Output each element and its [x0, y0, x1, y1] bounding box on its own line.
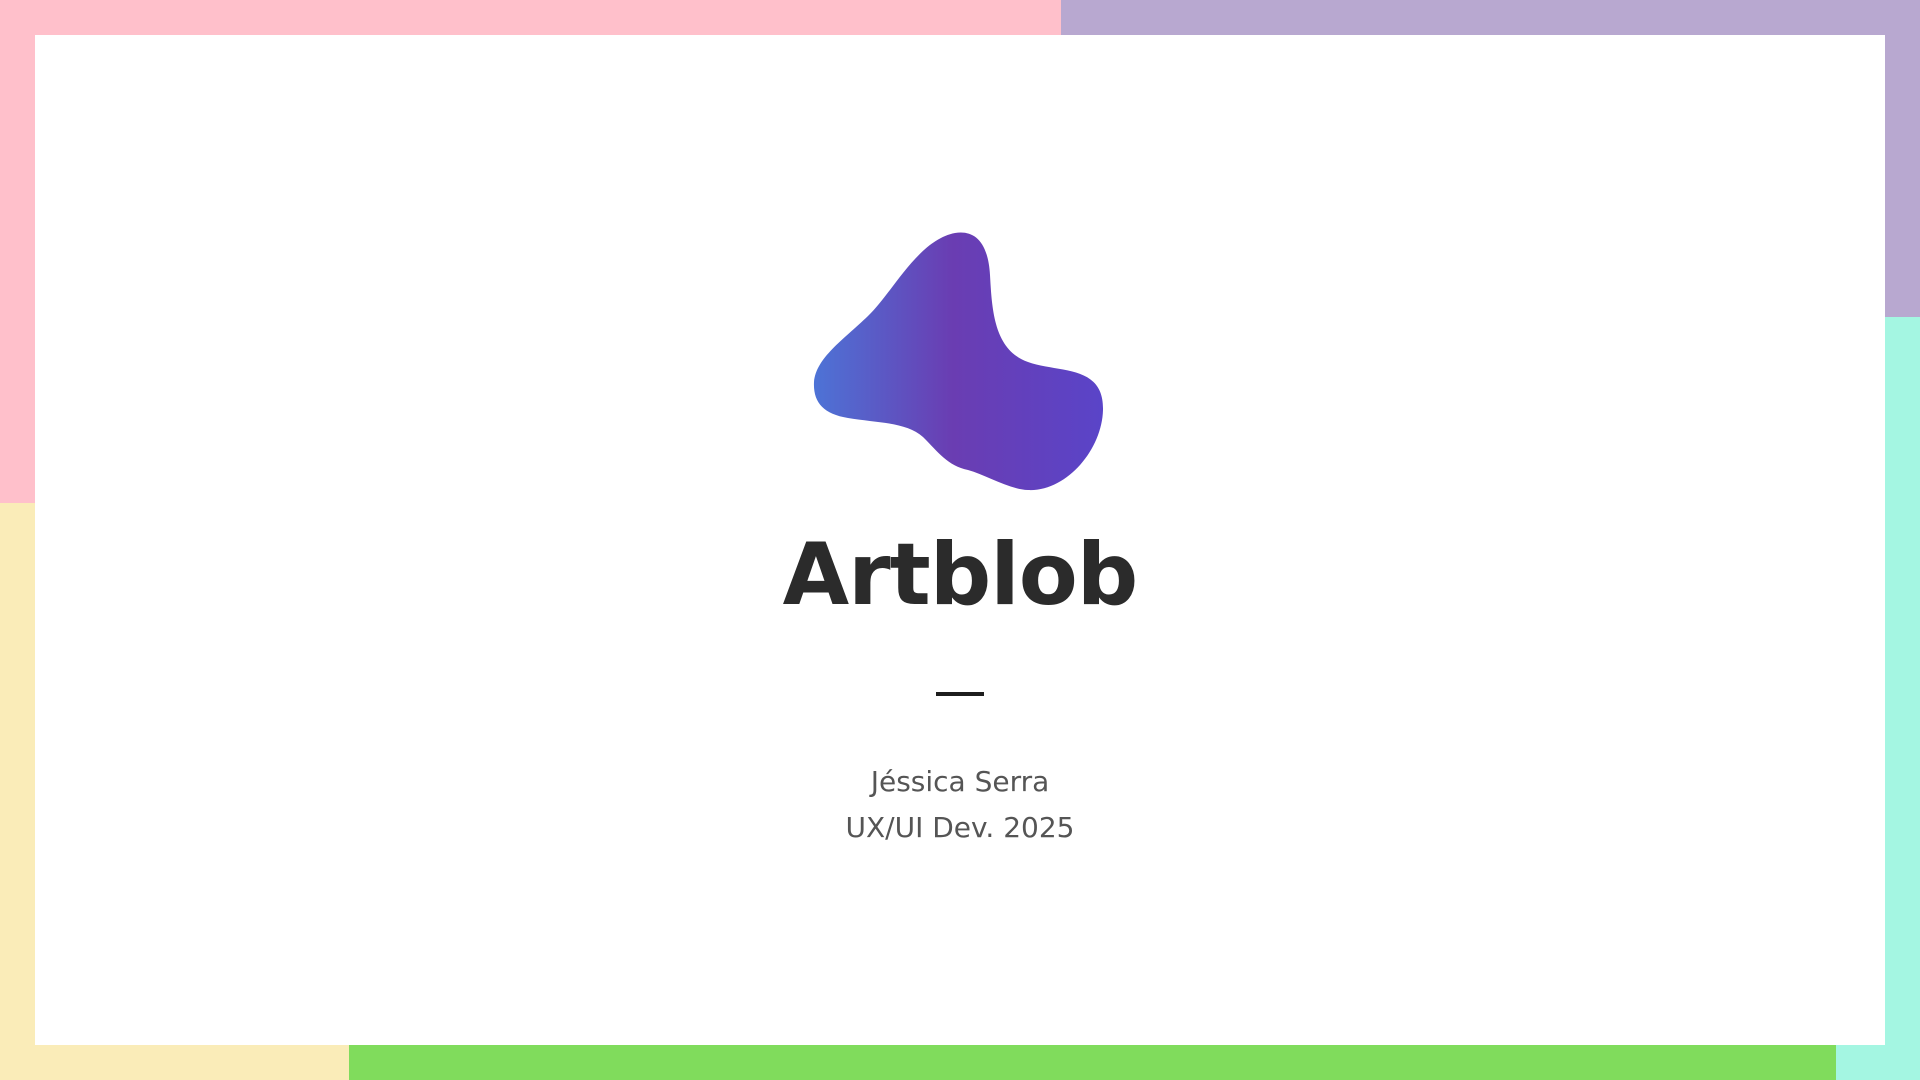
slide-title: Artblob	[782, 525, 1139, 625]
frame-band-right-bottom	[1885, 317, 1920, 1080]
frame-band-bottom-mid	[349, 1045, 1836, 1080]
slide: Artblob Jéssica Serra UX/UI Dev. 2025	[0, 0, 1920, 1080]
course-label: UX/UI Dev. 2025	[845, 811, 1075, 844]
frame-band-top-right	[1061, 0, 1920, 35]
frame-band-bottom-left	[0, 1045, 349, 1080]
author-name: Jéssica Serra	[870, 765, 1050, 798]
frame-band-left-top	[0, 0, 35, 503]
frame-band-top-left	[0, 0, 1061, 35]
blob-logo-icon	[813, 232, 1104, 491]
frame-band-right-top	[1885, 0, 1920, 317]
title-divider	[936, 692, 984, 696]
